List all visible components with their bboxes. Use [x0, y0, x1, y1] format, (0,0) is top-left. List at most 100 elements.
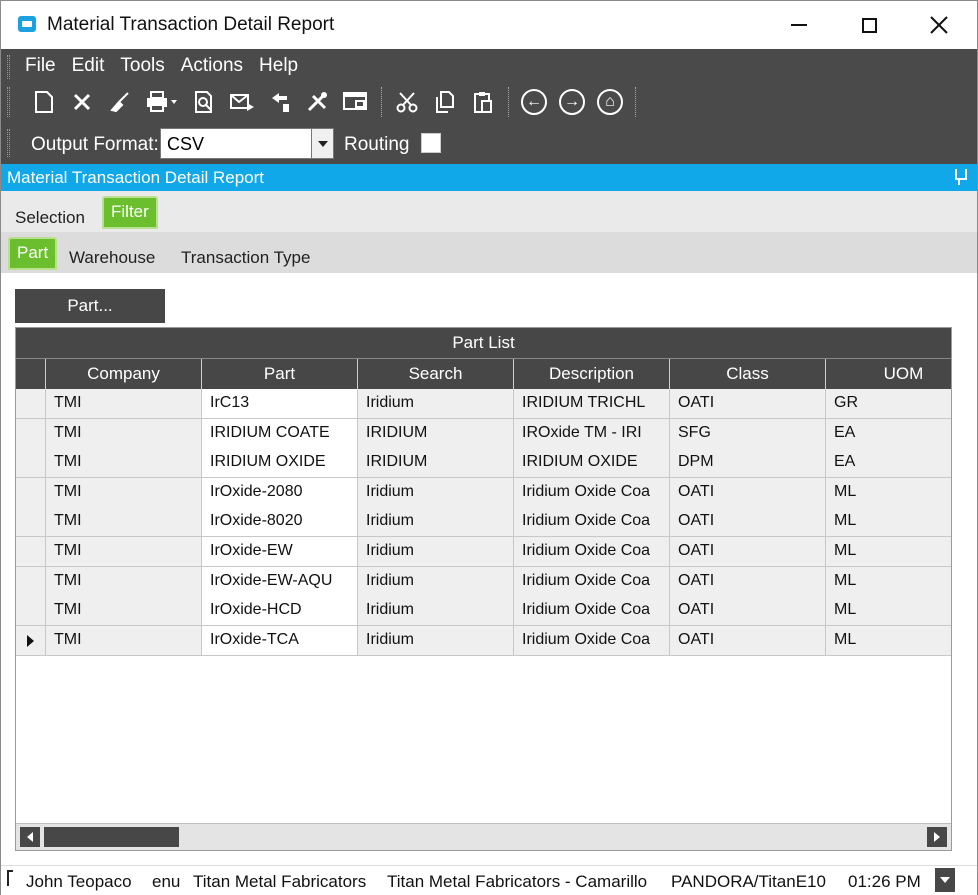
cell-uom[interactable]: EA	[826, 448, 951, 479]
forward-icon[interactable]: →	[553, 85, 591, 119]
cell-description[interactable]: Iridium Oxide Coa	[514, 625, 670, 656]
outputbar-grip[interactable]	[7, 129, 10, 157]
cell-description[interactable]: Iridium Oxide Coa	[514, 566, 670, 597]
cell-company[interactable]: TMI	[46, 477, 202, 508]
table-row[interactable]: TMI IrC13 Iridium IRIDIUM TRICHL OATI GR	[16, 389, 951, 419]
menubar-grip[interactable]	[7, 55, 10, 79]
column-header-uom[interactable]: UOM	[826, 359, 951, 389]
row-selector[interactable]	[16, 389, 46, 419]
menu-actions[interactable]: Actions	[181, 55, 251, 77]
copy-icon[interactable]	[426, 85, 464, 119]
column-header-part[interactable]: Part	[202, 359, 358, 389]
tools-icon[interactable]	[299, 85, 337, 119]
cell-description[interactable]: Iridium Oxide Coa	[514, 537, 670, 567]
cell-class[interactable]: OATI	[670, 507, 826, 538]
horizontal-scrollbar[interactable]	[16, 823, 951, 850]
cell-class[interactable]: OATI	[670, 389, 826, 419]
cell-part[interactable]: IRIDIUM COATE	[202, 418, 358, 449]
screen-capture-icon[interactable]	[337, 85, 375, 119]
cell-company[interactable]: TMI	[46, 566, 202, 597]
print-icon[interactable]	[139, 85, 185, 119]
cell-search[interactable]: Iridium	[358, 507, 514, 538]
column-header-class[interactable]: Class	[670, 359, 826, 389]
cell-part[interactable]: IrOxide-HCD	[202, 596, 358, 627]
home-icon[interactable]: ⌂	[591, 85, 629, 119]
cell-description[interactable]: IRIDIUM OXIDE	[514, 448, 670, 479]
cell-search[interactable]: IRIDIUM	[358, 418, 514, 449]
cell-class[interactable]: OATI	[670, 625, 826, 656]
column-header-description[interactable]: Description	[514, 359, 670, 389]
menu-file[interactable]: File	[25, 55, 64, 77]
cell-description[interactable]: IRIDIUM TRICHL	[514, 389, 670, 419]
table-row[interactable]: TMI IRIDIUM COATE IRIDIUM IROxide TM - IRI S…	[16, 418, 951, 449]
table-row[interactable]: TMI IrOxide-2080 Iridium Iridium Oxide Coa O…	[16, 477, 951, 508]
table-row[interactable]: TMI IrOxide-TCA Iridium Iridium Oxide Coa OA…	[16, 625, 951, 656]
output-format-select[interactable]: CSV	[160, 128, 334, 159]
print-preview-icon[interactable]	[185, 85, 223, 119]
maximize-button[interactable]	[834, 1, 904, 49]
table-row[interactable]: TMI IrOxide-HCD Iridium Iridium Oxide Coa OA…	[16, 596, 951, 627]
cell-search[interactable]: Iridium	[358, 625, 514, 656]
table-row[interactable]: TMI IRIDIUM OXIDE IRIDIUM IRIDIUM OXIDE DPM E…	[16, 448, 951, 479]
cell-class[interactable]: SFG	[670, 418, 826, 449]
delete-icon[interactable]	[63, 85, 101, 119]
cell-class[interactable]: DPM	[670, 448, 826, 479]
cell-company[interactable]: TMI	[46, 448, 202, 479]
status-dropdown-button[interactable]	[935, 868, 955, 892]
menu-tools[interactable]: Tools	[120, 55, 172, 77]
tab-selection[interactable]: Selection	[15, 208, 85, 228]
table-row[interactable]: TMI IrOxide-EW Iridium Iridium Oxide Coa OAT…	[16, 537, 951, 567]
row-selector[interactable]	[16, 596, 46, 627]
scroll-right-button[interactable]	[927, 827, 947, 847]
close-button[interactable]	[904, 1, 974, 49]
row-selector[interactable]	[16, 625, 46, 656]
cell-company[interactable]: TMI	[46, 507, 202, 538]
clear-icon[interactable]	[101, 85, 139, 119]
cell-search[interactable]: Iridium	[358, 389, 514, 419]
cell-company[interactable]: TMI	[46, 625, 202, 656]
attach-icon[interactable]	[261, 85, 299, 119]
pin-icon[interactable]	[953, 169, 967, 185]
tab-filter[interactable]: Filter	[102, 196, 158, 229]
cell-class[interactable]: OATI	[670, 596, 826, 627]
cell-uom[interactable]: GR	[826, 389, 951, 419]
menu-edit[interactable]: Edit	[72, 55, 113, 77]
cell-uom[interactable]: ML	[826, 596, 951, 627]
cell-part[interactable]: IrOxide-EW-AQU	[202, 566, 358, 597]
cell-company[interactable]: TMI	[46, 418, 202, 449]
paste-icon[interactable]	[464, 85, 502, 119]
tab-part[interactable]: Part	[8, 237, 58, 270]
new-icon[interactable]	[25, 85, 63, 119]
table-row[interactable]: TMI IrOxide-8020 Iridium Iridium Oxide Coa O…	[16, 507, 951, 538]
cell-uom[interactable]: ML	[826, 477, 951, 508]
cell-part[interactable]: IrC13	[202, 389, 358, 419]
cell-uom[interactable]: ML	[826, 537, 951, 567]
cell-part[interactable]: IrOxide-EW	[202, 537, 358, 567]
table-row[interactable]: TMI IrOxide-EW-AQU Iridium Iridium Oxide Co…	[16, 566, 951, 597]
cell-part[interactable]: IrOxide-TCA	[202, 625, 358, 656]
scroll-left-button[interactable]	[20, 827, 40, 847]
cell-company[interactable]: TMI	[46, 389, 202, 419]
output-format-dropdown-button[interactable]	[311, 129, 333, 158]
cell-class[interactable]: OATI	[670, 566, 826, 597]
row-selector[interactable]	[16, 477, 46, 508]
tab-warehouse[interactable]: Warehouse	[69, 248, 155, 268]
cell-search[interactable]: Iridium	[358, 537, 514, 567]
cell-class[interactable]: OATI	[670, 477, 826, 508]
cell-search[interactable]: Iridium	[358, 596, 514, 627]
cell-search[interactable]: IRIDIUM	[358, 448, 514, 479]
cell-description[interactable]: IROxide TM - IRI	[514, 418, 670, 449]
row-selector[interactable]	[16, 448, 46, 479]
toolbar-grip[interactable]	[7, 87, 10, 117]
cell-part[interactable]: IRIDIUM OXIDE	[202, 448, 358, 479]
row-selector[interactable]	[16, 507, 46, 538]
menu-help[interactable]: Help	[259, 55, 306, 77]
cell-part[interactable]: IrOxide-8020	[202, 507, 358, 538]
minimize-button[interactable]	[764, 1, 834, 49]
row-selector[interactable]	[16, 418, 46, 449]
routing-checkbox[interactable]	[421, 133, 441, 153]
cell-description[interactable]: Iridium Oxide Coa	[514, 477, 670, 508]
cell-search[interactable]: Iridium	[358, 566, 514, 597]
tab-transaction-type[interactable]: Transaction Type	[181, 248, 310, 268]
cell-uom[interactable]: EA	[826, 418, 951, 449]
